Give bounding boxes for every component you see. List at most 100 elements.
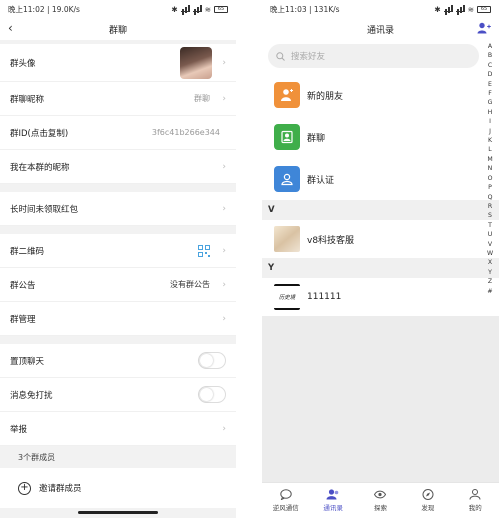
group-chats-entry[interactable]: 群聊 [262,116,499,158]
contact-row[interactable]: v8科技客服 [262,220,499,258]
tab-chats-label: 逆风通信 [272,504,299,512]
group-management-label: 群管理 [10,314,36,325]
index-letter[interactable]: L [488,145,491,154]
index-letter[interactable]: I [489,117,491,126]
tab-chats[interactable]: 逆风通信 [264,489,308,512]
announcement-value: 没有群公告 [170,280,210,289]
index-letter[interactable]: T [488,221,492,230]
index-letter[interactable]: P [488,183,492,192]
index-letter[interactable]: D [488,70,493,79]
report-row[interactable]: 举报 › [0,412,236,446]
index-letter[interactable]: U [488,230,493,239]
chevron-right-icon: › [222,57,226,68]
page-title: 群聊 [108,25,127,36]
index-letter[interactable]: R [488,202,492,211]
add-friend-icon[interactable] [477,22,491,34]
index-letter[interactable]: H [488,108,493,117]
index-letter[interactable]: B [488,51,492,60]
index-letter[interactable]: A [488,42,492,51]
search-placeholder: 搜索好友 [291,52,326,62]
chevron-right-icon: › [222,279,226,290]
red-packet-row[interactable]: 长时间未领取红包 › [0,192,236,226]
signal-icon [443,5,453,12]
group-verify-icon [274,166,300,192]
index-letter[interactable]: W [487,249,493,258]
contact-name: 111111 [307,292,342,302]
group-avatar-image [180,46,212,79]
index-letter[interactable]: X [488,258,492,267]
contacts-icon [326,489,339,500]
pin-chat-row: 置顶聊天 [0,344,236,378]
group-avatar-label: 群头像 [10,58,36,69]
battery-icon: 65 [214,5,228,13]
status-icons: ✱ ≋ 65 [434,5,491,14]
group-verify-entry[interactable]: 群认证 [262,158,499,200]
announcement-label: 群公告 [10,280,36,291]
contact-name: v8科技客服 [307,235,355,246]
my-nickname-row[interactable]: 我在本群的昵称 › [0,150,236,184]
signal-icon [180,5,190,12]
announcement-row[interactable]: 群公告 没有群公告 › [0,268,236,302]
status-bar: 晚上11:03 | 131K/s ✱ ≋ 65 [262,0,499,18]
status-time: 晚上11:03 | 131K/s [270,4,340,14]
index-letter[interactable]: E [488,80,492,89]
wifi-icon: ≋ [204,4,211,14]
section-header-y: Y [262,258,499,278]
group-chats-label: 群聊 [307,133,326,144]
contacts-screen: 晚上11:03 | 131K/s ✱ ≋ 65 通讯录 搜索好友 新的朋友 群聊… [262,0,499,518]
index-letter[interactable]: C [488,61,492,70]
my-nickname-label: 我在本群的昵称 [10,162,70,173]
pin-chat-toggle[interactable] [198,352,226,369]
invite-members-button[interactable]: + 邀请群成员 [0,468,236,508]
index-letter[interactable]: V [488,240,492,249]
group-chat-icon [274,124,300,150]
new-friends-entry[interactable]: 新的朋友 [262,74,499,116]
tab-explore[interactable]: 探索 [358,489,402,512]
index-letter[interactable]: S [488,211,492,220]
bottom-tab-bar: 逆风通信 通讯录 探索 发现 我的 [262,482,499,518]
bluetooth-icon: ✱ [434,4,441,14]
group-avatar-row[interactable]: 群头像 › [0,44,236,82]
new-friends-icon [274,82,300,108]
group-nickname-row[interactable]: 群聊昵称 群聊 › [0,82,236,116]
mute-toggle[interactable] [198,386,226,403]
contact-avatar-logo: 历史境 [274,284,300,310]
alphabet-index[interactable]: A B C D E F G H I J K L M N O P Q R S T U V W X Y Z # [485,42,495,296]
contact-row[interactable]: 历史境 111111 [262,278,499,316]
chat-bubble-icon [279,489,292,500]
search-input[interactable]: 搜索好友 [268,44,479,68]
index-letter[interactable]: J [489,127,491,136]
index-letter[interactable]: N [488,164,493,173]
bluetooth-icon: ✱ [171,4,178,14]
tab-me[interactable]: 我的 [453,489,497,512]
index-letter[interactable]: F [488,89,492,98]
index-letter[interactable]: O [488,174,493,183]
wifi-icon: ≋ [467,4,474,14]
index-letter[interactable]: M [487,155,492,164]
index-letter[interactable]: Y [488,268,492,277]
pin-chat-label: 置顶聊天 [10,356,45,367]
report-label: 举报 [10,424,28,435]
search-wrap: 搜索好友 [262,40,499,74]
tab-contacts[interactable]: 通讯录 [311,489,355,512]
invite-members-label: 邀请群成员 [39,484,82,494]
group-management-row[interactable]: 群管理 › [0,302,236,336]
plus-circle-icon: + [18,481,31,495]
index-letter[interactable]: G [488,98,493,107]
group-id-row[interactable]: 群ID(点击复制) 3f6c41b266e344 [0,116,236,150]
group-id-value: 3f6c41b266e344 [151,128,220,137]
index-letter[interactable]: # [487,287,492,296]
index-letter[interactable]: Z [488,277,492,286]
eye-icon [374,490,387,499]
group-nickname-label: 群聊昵称 [10,94,45,105]
status-time: 晚上11:02 | 19.0K/s [8,4,80,14]
person-icon [469,489,481,500]
qr-code-row[interactable]: 群二维码 › [0,234,236,268]
tab-discover[interactable]: 发现 [406,489,450,512]
index-letter[interactable]: K [488,136,492,145]
signal-icon-2 [192,5,202,12]
index-letter[interactable]: Q [488,193,493,202]
back-arrow-icon[interactable]: ‹ [8,21,13,35]
section-header-v: V [262,200,499,220]
chevron-right-icon: › [222,161,226,172]
